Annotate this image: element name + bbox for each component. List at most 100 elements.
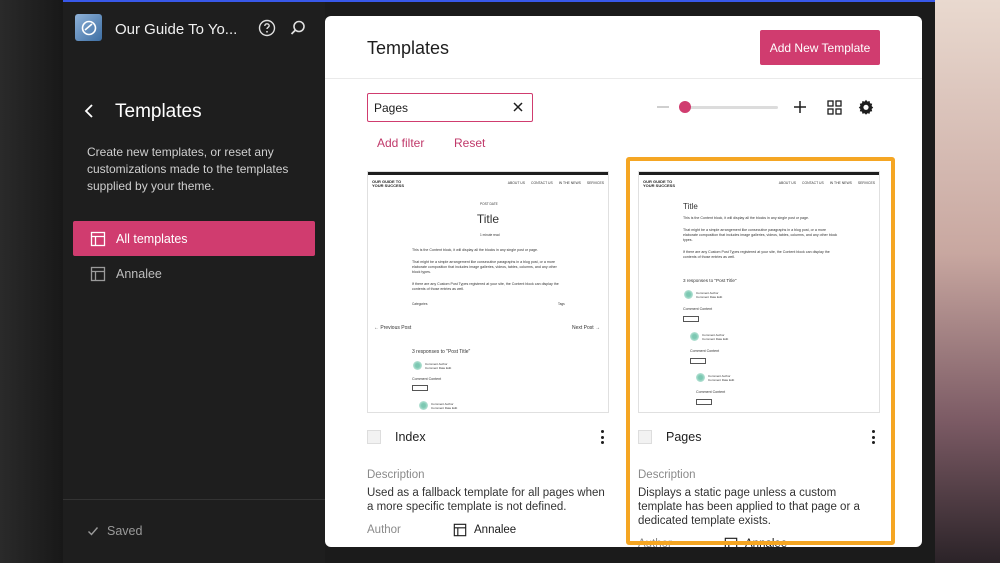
author-label: Author	[638, 538, 672, 547]
preview-paragraph: If there are any Custom Post Types regis…	[683, 250, 830, 259]
preview-read-time: 1 minute read	[480, 233, 500, 237]
zoom-slider[interactable]	[680, 106, 778, 109]
card-title[interactable]: Pages	[666, 430, 866, 444]
search-icon[interactable]	[289, 19, 307, 37]
preview-comment-content: Comment Content	[683, 307, 713, 311]
preview-nav-item: ABOUT US	[507, 181, 525, 185]
template-card-pages[interactable]: OUR GUIDE TO YOUR SUCCESS ABOUT US CONTAC…	[638, 171, 880, 547]
card-author: Annalee	[453, 523, 516, 537]
preview-post-date: POST DATE	[480, 202, 498, 206]
preview-title: Title	[476, 212, 500, 226]
gear-icon[interactable]	[858, 99, 874, 115]
card-description: Displays a static page unless a custom t…	[638, 487, 860, 527]
sidebar-item-annalee[interactable]: Annalee	[73, 256, 315, 291]
card-title-row: Index	[367, 427, 609, 447]
preview-nav: ABOUT US CONTACT US IN THE NEWS SERVICES	[502, 181, 604, 185]
preview-next-label: Next Post	[572, 325, 594, 331]
card-author-name: Annalee	[474, 524, 517, 536]
preview-topbar	[368, 172, 608, 175]
template-icon	[453, 523, 467, 537]
sidebar: Our Guide To Yo... Templates Create new …	[63, 2, 325, 563]
preview-reply-button	[683, 316, 699, 322]
sidebar-divider	[63, 499, 325, 500]
preview-nav-item: SERVICES	[586, 181, 604, 185]
preview-tags: Tags	[558, 302, 565, 306]
main-header: Templates Add New Template	[325, 16, 922, 79]
preview-brand: OUR GUIDE TO YOUR SUCCESS	[643, 179, 676, 188]
preview-responses: 3 responses to "Post Title"	[412, 349, 471, 355]
sidebar-item-label: Annalee	[116, 266, 162, 281]
preview-categories: Categories	[412, 302, 428, 306]
preview-next-link: Next Post →	[572, 325, 601, 331]
preview-nav-item: SERVICES	[857, 181, 875, 185]
more-actions-icon[interactable]	[866, 429, 880, 445]
site-logo-icon	[81, 20, 96, 35]
preview-avatar	[684, 290, 693, 299]
preview-reply-button	[696, 399, 712, 405]
preview-reply-button	[412, 385, 428, 391]
card-description: Used as a fallback template for all page…	[367, 487, 605, 513]
preview-avatar	[413, 361, 422, 370]
sidebar-title: Templates	[115, 101, 202, 122]
card-title[interactable]: Index	[395, 430, 595, 444]
description-label: Description	[638, 469, 696, 481]
preview-topbar	[639, 172, 879, 175]
template-preview[interactable]: OUR GUIDE TO YOUR SUCCESS ABOUT US CONTAC…	[367, 171, 609, 413]
preview-avatar	[690, 332, 699, 341]
card-author: Annalee	[724, 537, 787, 547]
save-status: Saved	[87, 524, 142, 538]
grid-view-icon[interactable]	[827, 100, 842, 115]
author-label: Author	[367, 524, 401, 536]
preview-paragraph: This is the Content block, it will displ…	[683, 216, 810, 220]
add-filter-button[interactable]: Add filter	[377, 136, 424, 150]
template-icon	[724, 537, 738, 547]
add-new-template-button[interactable]: Add New Template	[760, 30, 880, 65]
back-arrow-icon[interactable]	[80, 101, 100, 121]
preview-avatar	[419, 401, 428, 410]
search-input[interactable]	[374, 100, 504, 115]
preview-comment-date: Comment Date Edit	[425, 366, 452, 370]
site-title[interactable]: Our Guide To Yo...	[115, 21, 237, 38]
preview-comment-date: Comment Date Edit	[696, 295, 723, 299]
check-icon	[88, 527, 99, 536]
help-icon[interactable]	[258, 19, 276, 37]
save-status-label: Saved	[107, 524, 143, 538]
search-field[interactable]	[367, 93, 533, 122]
zoom-out-icon[interactable]	[657, 106, 669, 108]
reset-button[interactable]: Reset	[454, 136, 485, 150]
preview-paragraph: If there are any Custom Post Types regis…	[412, 282, 559, 291]
background-right	[935, 0, 1000, 563]
template-icon	[90, 231, 106, 246]
preview-responses: 3 responses to "Post Title"	[683, 278, 737, 283]
card-checkbox[interactable]	[638, 430, 652, 444]
sidebar-item-label: All templates	[116, 231, 188, 246]
preview-comment-content: Comment Content	[412, 377, 442, 381]
more-actions-icon[interactable]	[595, 429, 609, 445]
preview-nav: ABOUT US CONTACT US IN THE NEWS SERVICES	[773, 181, 875, 185]
site-logo[interactable]	[75, 14, 102, 41]
preview-comment-date: Comment Date Edit	[431, 406, 458, 410]
page-title: Templates	[367, 38, 450, 58]
description-label: Description	[367, 469, 425, 481]
preview-paragraph: That might be a simple arrangement like …	[683, 228, 838, 242]
close-icon[interactable]	[512, 101, 524, 113]
template-preview[interactable]: OUR GUIDE TO YOUR SUCCESS ABOUT US CONTAC…	[638, 171, 880, 413]
preview-comment-content: Comment Content	[690, 349, 720, 353]
preview-nav-item: ABOUT US	[778, 181, 796, 185]
card-checkbox[interactable]	[367, 430, 381, 444]
zoom-in-icon[interactable]	[793, 100, 807, 114]
sidebar-item-all-templates[interactable]: All templates	[73, 221, 315, 256]
background-left	[0, 0, 63, 563]
template-card-index[interactable]: OUR GUIDE TO YOUR SUCCESS ABOUT US CONTAC…	[367, 171, 609, 537]
preview-reply-button	[690, 358, 706, 364]
card-title-row: Pages	[638, 427, 880, 447]
preview-paragraph: That might be a simple arrangement like …	[412, 260, 557, 274]
preview-prev-label: Previous Post	[380, 325, 412, 331]
preview-nav-item: CONTACT US	[802, 181, 824, 185]
preview-avatar	[696, 373, 705, 382]
preview-comment-date: Comment Date Edit	[702, 337, 729, 341]
zoom-slider-thumb[interactable]	[679, 101, 691, 113]
preview-nav-item: IN THE NEWS	[829, 181, 852, 185]
preview-title: Title	[683, 202, 698, 211]
preview-paragraph: This is the Content block, it will displ…	[412, 248, 539, 252]
